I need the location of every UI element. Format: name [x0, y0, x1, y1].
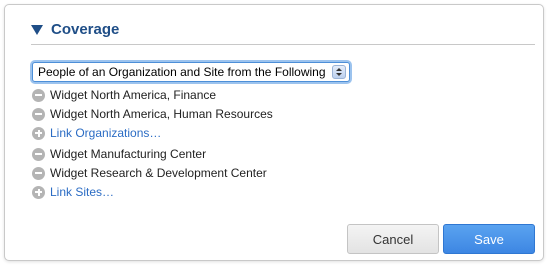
organization-item: Widget North America, Finance: [32, 87, 216, 103]
link-organizations-row[interactable]: Link Organizations…: [32, 125, 161, 141]
plus-circle-icon[interactable]: [32, 185, 45, 199]
section-title: Coverage: [51, 21, 120, 38]
cancel-button[interactable]: Cancel: [347, 224, 439, 254]
minus-circle-icon[interactable]: [32, 107, 45, 121]
organization-item: Widget North America, Human Resources: [32, 106, 273, 122]
save-button[interactable]: Save: [443, 224, 535, 254]
link-organizations-link[interactable]: Link Organizations…: [50, 126, 161, 140]
coverage-scope-select[interactable]: People of an Organization and Site from …: [32, 62, 350, 82]
organization-label: Widget North America, Finance: [50, 88, 217, 102]
coverage-dialog: Coverage People of an Organization and S…: [4, 4, 544, 261]
site-label: Widget Research & Development Center: [50, 166, 267, 180]
triangle-down-icon[interactable]: [31, 25, 43, 35]
site-item: Widget Research & Development Center: [32, 165, 267, 181]
link-sites-link[interactable]: Link Sites…: [50, 185, 114, 199]
site-item: Widget Manufacturing Center: [32, 146, 206, 162]
minus-circle-icon[interactable]: [32, 147, 45, 161]
coverage-section-header[interactable]: Coverage: [31, 21, 535, 45]
plus-circle-icon[interactable]: [32, 126, 45, 140]
minus-circle-icon[interactable]: [32, 166, 45, 180]
organization-label: Widget North America, Human Resources: [50, 107, 273, 121]
select-value: People of an Organization and Site from …: [38, 65, 326, 79]
site-label: Widget Manufacturing Center: [50, 147, 207, 161]
minus-circle-icon[interactable]: [32, 88, 45, 102]
link-sites-row[interactable]: Link Sites…: [32, 184, 114, 200]
up-down-stepper-icon: [332, 65, 346, 79]
